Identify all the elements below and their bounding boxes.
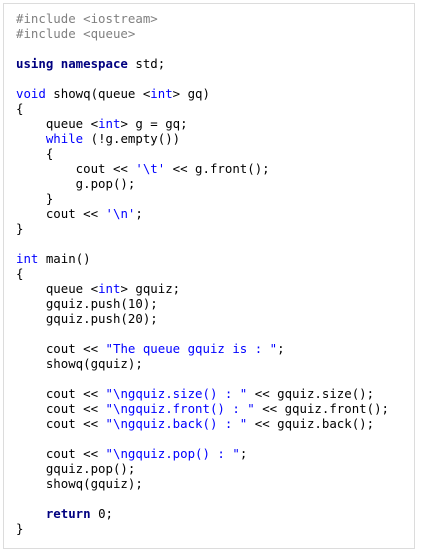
code-token-plain: queue < (16, 116, 99, 131)
code-token-keyword: int (98, 116, 121, 131)
code-token-return: return (45, 506, 91, 521)
code-token-plain: 0; (90, 506, 113, 521)
code-token-plain: gquiz.pop(); (16, 461, 136, 476)
code-token-plain: > g = gq; (120, 116, 188, 131)
code-line: gquiz.pop(); (16, 461, 389, 476)
code-line: #include <iostream> (16, 11, 389, 26)
code-token-plain: } (16, 221, 24, 236)
code-line: } (16, 221, 389, 236)
code-line: queue <int> g = gq; (16, 116, 389, 131)
code-line: #include <queue> (16, 26, 389, 41)
code-line: while (!g.empty()) (16, 131, 389, 146)
code-snippet-panel: #include <iostream> #include <queue> using… (3, 3, 415, 549)
code-token-string: "\ngquiz.pop() : " (105, 446, 240, 461)
code-line: void showq(queue <int> gq) (16, 86, 389, 101)
code-token-plain: cout << (16, 446, 106, 461)
code-token-plain: g.pop(); (16, 176, 136, 191)
code-token-plain: << g.front(); (165, 161, 270, 176)
code-line: } (16, 521, 389, 536)
code-line: cout << "\ngquiz.pop() : "; (16, 446, 389, 461)
code-token-string: '\n' (105, 206, 136, 221)
code-token-plain: ; (135, 206, 143, 221)
code-line: cout << '\t' << g.front(); (16, 161, 389, 176)
code-line: return 0; (16, 506, 389, 521)
code-token-plain: << gquiz.back(); (247, 416, 375, 431)
code-token-preproc: #include <queue> (16, 26, 136, 41)
code-token-plain: cout << (16, 386, 106, 401)
code-line: using namespace std; (16, 56, 389, 71)
code-token-plain: (!g.empty()) (83, 131, 181, 146)
code-line: cout << "\ngquiz.front() : " << gquiz.fr… (16, 401, 389, 416)
code-token-plain: ; (277, 341, 285, 356)
code-token-plain: } (16, 521, 24, 536)
code-line: int main() (16, 251, 389, 266)
code-token-plain: cout << (16, 206, 106, 221)
code-token-plain: > gquiz; (120, 281, 181, 296)
code-token-plain: showq(gquiz); (16, 476, 143, 491)
code-line: g.pop(); (16, 176, 389, 191)
code-token-plain: cout << (16, 416, 106, 431)
code-token-plain: cout << (16, 401, 106, 416)
code-token-plain: std; (127, 56, 166, 71)
code-token-keyword: while (45, 131, 84, 146)
code-token-string: "\ngquiz.back() : " (105, 416, 248, 431)
code-token-string: '\t' (135, 161, 166, 176)
code-token-plain: main() (38, 251, 91, 266)
code-line: cout << "\ngquiz.back() : " << gquiz.bac… (16, 416, 389, 431)
code-line: showq(gquiz); (16, 356, 389, 371)
code-line: { (16, 146, 389, 161)
code-token-plain: { (16, 146, 54, 161)
code-line: cout << "\ngquiz.size() : " << gquiz.siz… (16, 386, 389, 401)
code-line: { (16, 266, 389, 281)
code-line: queue <int> gquiz; (16, 281, 389, 296)
code-token-keyword: int (98, 281, 121, 296)
code-line: gquiz.push(10); (16, 296, 389, 311)
code-token-string: "The queue gquiz is : " (105, 341, 278, 356)
code-token-plain: } (16, 191, 54, 206)
code-token-plain: { (16, 266, 24, 281)
code-token-plain: << gquiz.size(); (247, 386, 375, 401)
code-token-preproc: #include <iostream> (16, 11, 158, 26)
code-token-plain: ; (239, 446, 248, 461)
code-token-plain: { (16, 101, 24, 116)
code-token-plain: cout << (16, 161, 136, 176)
code-token-plain: gquiz.push(10); (16, 296, 158, 311)
code-token-plain: showq(queue < (45, 86, 151, 101)
code-token-string: "\ngquiz.front() : " (105, 401, 255, 416)
code-line: showq(gquiz); (16, 476, 389, 491)
code-token-string: "\ngquiz.size() : " (105, 386, 248, 401)
code-line: cout << '\n'; (16, 206, 389, 221)
code-token-plain: > gq) (172, 86, 210, 101)
code-token-plain: queue < (16, 281, 99, 296)
code-line: cout << "The queue gquiz is : "; (16, 341, 389, 356)
code-token-namespace: using namespace (16, 56, 128, 71)
code-line: } (16, 191, 389, 206)
code-token-plain: << gquiz.front(); (254, 401, 390, 416)
code-line: { (16, 101, 389, 116)
code-token-plain: showq(gquiz); (16, 356, 143, 371)
code-token-keyword: int (150, 86, 173, 101)
code-token-plain: cout << (16, 341, 106, 356)
code-token-keyword: void (16, 86, 46, 101)
code-token-plain: gquiz.push(20); (16, 311, 158, 326)
code-token-keyword: int (16, 251, 39, 266)
code-line: gquiz.push(20); (16, 311, 389, 326)
code-body: #include <iostream> #include <queue> using… (16, 11, 389, 536)
